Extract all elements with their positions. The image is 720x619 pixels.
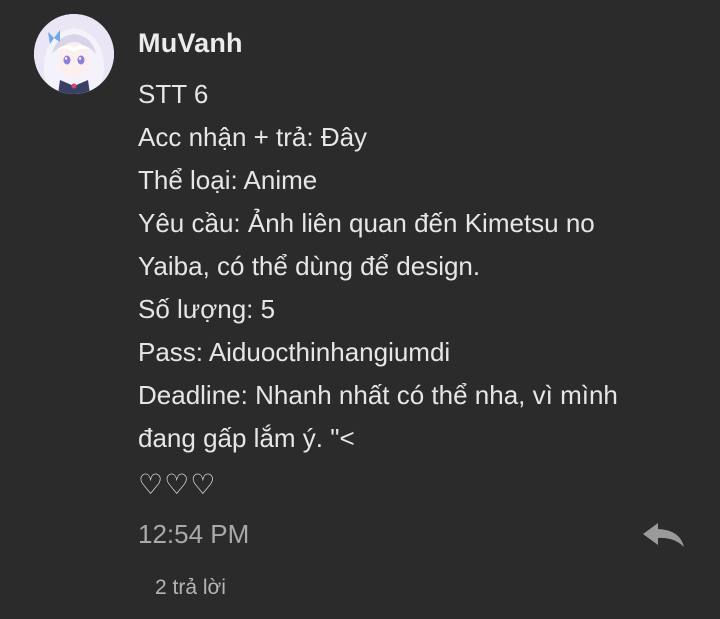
comment-line: Số lượng: 5 <box>138 294 276 324</box>
comment-line: Pass: Aiduocthinhangiumdi <box>138 337 451 367</box>
comment-line: Acc nhận + trả: Đây <box>138 122 368 152</box>
comment-body: STT 6 Acc nhận + trả: Đây Thể loại: Anim… <box>138 73 678 460</box>
comment-line: Yêu cầu: Ảnh liên quan đến Kimetsu no <box>138 208 595 238</box>
comment-line: đang gấp lắm ý. "< <box>138 423 355 453</box>
comment-line: Yaiba, có thể dùng để design. <box>138 251 481 281</box>
timestamp: 12:54 PM <box>138 519 250 549</box>
hearts-text: ♡♡♡ <box>138 469 217 500</box>
comment-line: Thể loại: Anime <box>138 165 318 195</box>
avatar[interactable] <box>34 14 114 94</box>
reply-arrow-icon[interactable] <box>640 520 686 550</box>
comment-line: STT 6 <box>138 79 209 109</box>
reply-count-link[interactable]: 2 trả lời <box>155 576 226 600</box>
author-name[interactable]: MuVanh <box>138 28 243 59</box>
comment-card: MuVanh STT 6 Acc nhận + trả: Đây Thể loạ… <box>0 0 720 619</box>
comment-line: Deadline: Nhanh nhất có thể nha, vì mình <box>138 380 618 410</box>
avatar-image <box>34 14 114 94</box>
